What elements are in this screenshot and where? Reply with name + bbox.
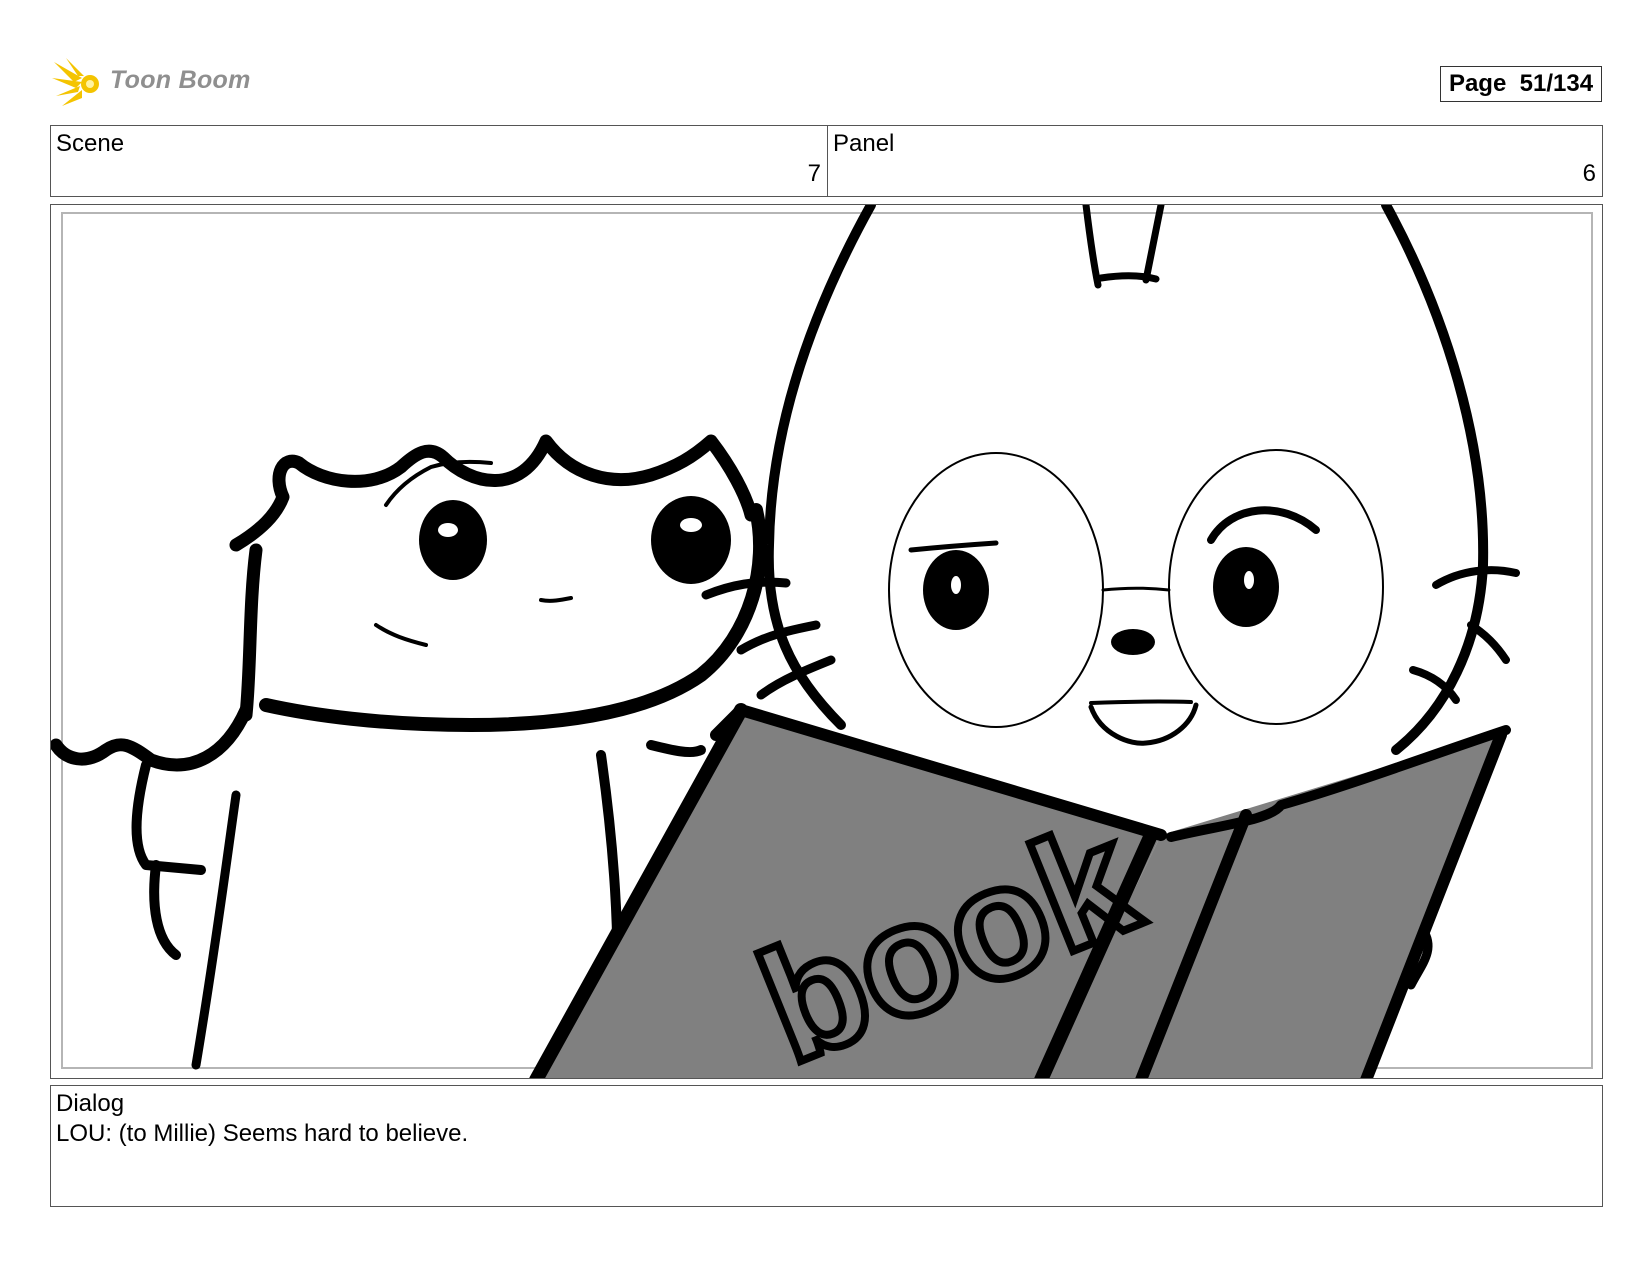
logo-text: Toon Boom xyxy=(110,66,251,94)
scene-cell: Scene 7 xyxy=(51,126,828,196)
millie-left-eye xyxy=(419,500,487,580)
panel-cell: Panel 6 xyxy=(828,126,1602,196)
panel-label: Panel xyxy=(833,130,895,157)
dialog-box: Dialog LOU: (to Millie) Seems hard to be… xyxy=(50,1085,1603,1207)
scene-label: Scene xyxy=(56,130,125,157)
scene-number: 7 xyxy=(807,160,821,187)
dialog-text: LOU: (to Millie) Seems hard to believe. xyxy=(56,1120,469,1147)
starburst-logo-icon xyxy=(52,58,99,106)
scene-panel-row: Scene 7 Panel 6 xyxy=(50,125,1603,197)
toon-boom-logo: Toon Boom xyxy=(52,56,262,112)
page-indicator: Page 51/134 xyxy=(1440,66,1602,102)
panel-number: 6 xyxy=(1582,160,1596,187)
millie-right-eye xyxy=(651,496,731,584)
dialog-label: Dialog xyxy=(56,1090,125,1117)
lou-nose xyxy=(1111,629,1155,655)
storyboard-frame: book xyxy=(50,204,1603,1079)
storyboard-drawing: book xyxy=(51,205,1593,1078)
